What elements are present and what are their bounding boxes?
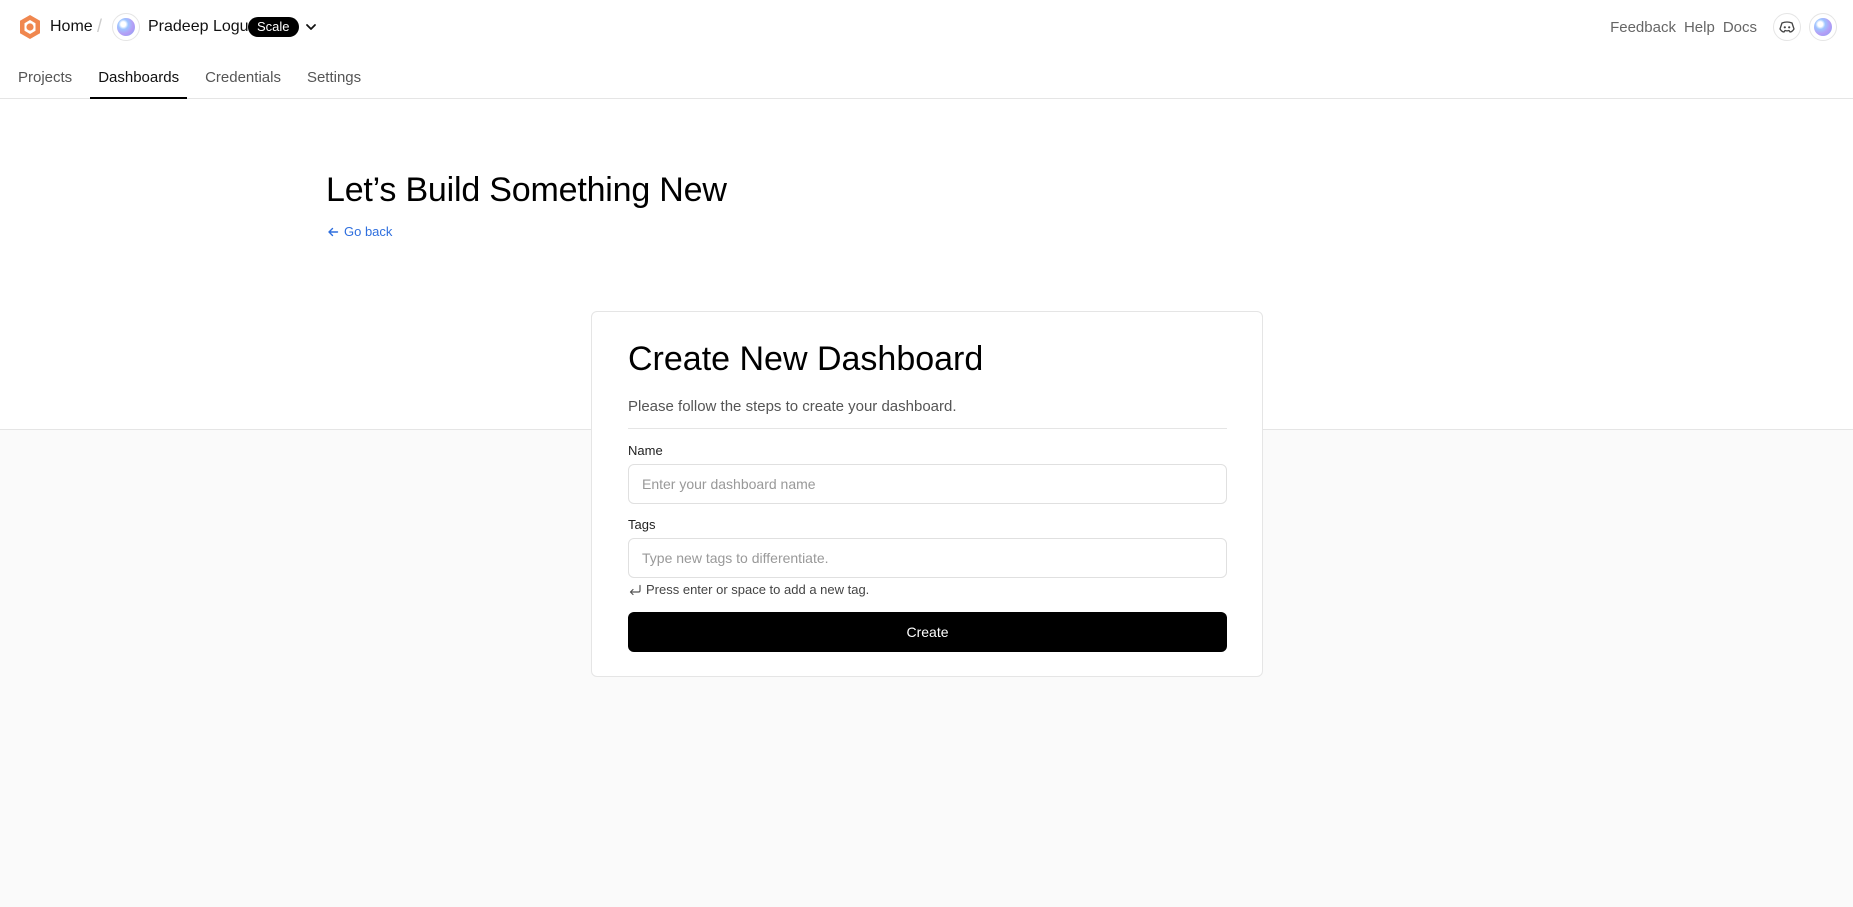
- card-title: Create New Dashboard: [628, 340, 984, 378]
- globe-icon: [117, 18, 135, 36]
- create-dashboard-card: Create New Dashboard Please follow the s…: [591, 311, 1263, 677]
- card-subtitle: Please follow the steps to create your d…: [628, 398, 957, 415]
- name-label: Name: [628, 443, 663, 458]
- main-tabs: Projects Dashboards Credentials Settings: [0, 54, 369, 100]
- app-header: Home / Pradeep Logu Scale Feedback Help …: [0, 0, 1853, 100]
- plan-badge: Scale: [248, 17, 299, 37]
- tags-hint-text: Press enter or space to add a new tag.: [646, 582, 870, 597]
- chevron-down-icon[interactable]: [304, 17, 318, 37]
- enter-key-icon: [629, 584, 641, 595]
- breadcrumb-separator: /: [97, 16, 103, 36]
- go-back-label: Go back: [344, 224, 393, 239]
- feedback-link[interactable]: Feedback: [1610, 19, 1676, 36]
- divider: [628, 428, 1227, 429]
- arrow-left-icon: [328, 227, 339, 236]
- user-avatar[interactable]: [1809, 13, 1837, 41]
- home-link[interactable]: Home: [50, 18, 93, 36]
- tab-dashboards[interactable]: Dashboards: [90, 54, 187, 100]
- top-bar: Home / Pradeep Logu Scale Feedback Help …: [0, 0, 1853, 54]
- dashboard-name-input[interactable]: [628, 464, 1227, 504]
- tags-label: Tags: [628, 517, 656, 532]
- go-back-link[interactable]: Go back: [327, 224, 392, 239]
- create-button[interactable]: Create: [628, 612, 1227, 652]
- globe-icon: [1814, 18, 1832, 36]
- tab-projects[interactable]: Projects: [10, 54, 80, 99]
- tags-input[interactable]: [628, 538, 1227, 578]
- discord-button[interactable]: [1773, 13, 1801, 41]
- tab-credentials[interactable]: Credentials: [197, 54, 289, 99]
- brand-logo-icon[interactable]: [18, 14, 42, 40]
- docs-link[interactable]: Docs: [1723, 19, 1757, 36]
- discord-icon: [1779, 21, 1795, 33]
- help-link[interactable]: Help: [1684, 19, 1715, 36]
- org-name[interactable]: Pradeep Logu: [148, 18, 249, 36]
- tags-hint: Press enter or space to add a new tag.: [628, 582, 869, 597]
- org-avatar[interactable]: [112, 13, 140, 41]
- tab-settings[interactable]: Settings: [299, 54, 369, 99]
- page-title: Let’s Build Something New: [326, 171, 727, 209]
- header-right-links: Feedback Help Docs: [1610, 13, 1837, 41]
